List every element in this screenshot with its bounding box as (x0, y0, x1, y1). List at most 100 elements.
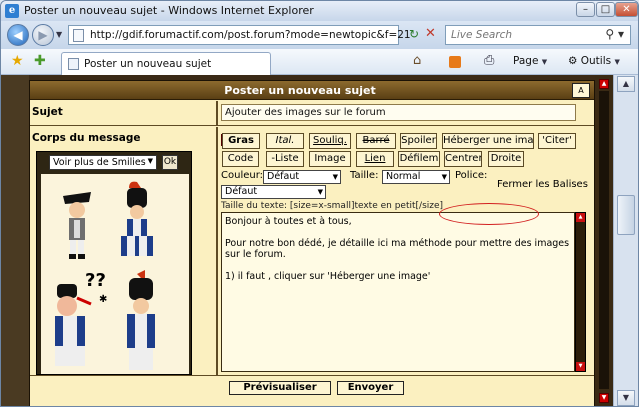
page-icon (73, 29, 84, 42)
column-divider (216, 101, 218, 126)
tab-label: Poster un nouveau sujet (84, 58, 212, 70)
stop-icon[interactable]: ✕ (425, 26, 436, 41)
smilies-images: ?? ✱ (55, 181, 155, 370)
address-bar: ◀ ▶ ▼ http://gdif.forumactif.com/post.fo… (1, 21, 638, 49)
font-label: Police: (455, 170, 488, 181)
guard-smiley[interactable] (127, 270, 155, 370)
close-button[interactable]: ✕ (615, 2, 638, 17)
page-right-scroller: ▲ ▼ (595, 75, 613, 406)
right-align-button[interactable]: Droite (488, 151, 524, 167)
url-field[interactable]: http://gdif.forumactif.com/post.forum?mo… (68, 25, 411, 45)
add-favorites-icon[interactable]: ✚ (34, 53, 46, 69)
gear-icon: ⚙ (568, 55, 578, 67)
smilies-area: ?? ✱ (41, 174, 189, 374)
scroll-thumb[interactable] (617, 195, 635, 235)
search-box[interactable]: ⚲ ▾ (445, 25, 631, 45)
favorites-star-icon[interactable]: ★ (11, 53, 24, 69)
search-icon[interactable]: ⚲ ▾ (605, 27, 624, 41)
send-button[interactable]: Envoyer (337, 381, 404, 395)
forward-button[interactable]: ▶ (32, 24, 54, 46)
scroll-down-icon[interactable]: ▼ (617, 390, 635, 406)
font-select[interactable]: Défaut ▼ (221, 185, 326, 199)
svg-text:??: ?? (85, 270, 106, 291)
title-bar: e Poster un nouveau sujet - Windows Inte… (1, 1, 638, 21)
scroll-down-icon[interactable]: ▼ (576, 362, 585, 371)
page-menu-label: Page (513, 55, 539, 67)
page-left-border (1, 75, 29, 406)
command-bar: ★ ✚ Poster un nouveau sujet ⌂ ⎙ Page ▼ ⚙… (1, 49, 638, 75)
chevron-down-icon: ▼ (147, 157, 153, 165)
napoleon-smiley[interactable] (63, 192, 91, 259)
center-button[interactable]: Centrer (444, 151, 482, 167)
search-input[interactable] (451, 29, 601, 41)
browser-window: e Poster un nouveau sujet - Windows Inte… (0, 0, 639, 407)
preview-button[interactable]: Prévisualiser (229, 381, 331, 395)
underline-button[interactable]: Souliq. (309, 133, 351, 149)
page-scroll-track[interactable] (599, 91, 609, 389)
textarea-scrollbar[interactable]: ▲ ▼ (575, 212, 586, 372)
chevron-down-icon: ▼ (317, 188, 323, 196)
color-select[interactable]: Défaut ▼ (263, 170, 341, 184)
font-select-value: Défaut (225, 186, 258, 197)
maximize-button[interactable]: □ (596, 2, 615, 17)
italic-button[interactable]: Ital. (266, 133, 304, 149)
confused-soldier-smiley[interactable]: ?? ✱ (55, 270, 107, 366)
color-select-value: Défaut (267, 171, 300, 182)
spoiler-button[interactable]: Spoiler (400, 133, 437, 149)
page-menu[interactable]: Page ▼ (513, 55, 547, 67)
column-divider (216, 127, 218, 375)
subject-label: Sujet (32, 106, 63, 118)
scroll-up-icon[interactable]: ▲ (576, 213, 585, 222)
chevron-down-icon: ▼ (614, 58, 620, 66)
host-image-button[interactable]: Héberger une ima (442, 133, 534, 149)
tab-page-icon (68, 58, 79, 70)
smilies-ok-button[interactable]: Ok (162, 155, 178, 170)
tools-menu-label: Outils (580, 55, 612, 67)
scroll-button[interactable]: Défilem (398, 151, 440, 167)
grenadier-smiley[interactable] (121, 181, 153, 256)
feeds-icon[interactable] (449, 56, 461, 68)
subject-input[interactable]: Ajouter des images sur le forum (221, 104, 576, 121)
size-select[interactable]: Normal ▼ (382, 170, 450, 184)
form-header: Poster un nouveau sujet A (30, 81, 594, 100)
code-button[interactable]: Code (222, 151, 259, 167)
page-scroll-up-icon[interactable]: ▲ (599, 79, 609, 89)
page-content: ▲ ▼ Poster un nouveau sujet A Sujet Ajou… (1, 75, 638, 406)
tab-active[interactable]: Poster un nouveau sujet (61, 52, 271, 75)
browser-scrollbar[interactable]: ▲ ▼ (613, 75, 638, 406)
post-form: Poster un nouveau sujet A Sujet Ajouter … (29, 80, 595, 406)
url-text[interactable]: http://gdif.forumactif.com/post.forum?mo… (90, 29, 411, 41)
close-tags-link[interactable]: Fermer les Balises (497, 179, 588, 190)
refresh-icon[interactable]: ↻ (404, 27, 424, 41)
minimize-button[interactable]: – (576, 2, 595, 17)
highlight-annotation (439, 203, 539, 225)
back-button[interactable]: ◀ (7, 24, 29, 46)
page-title: Poster un nouveau sujet (224, 84, 376, 97)
tools-menu[interactable]: ⚙ Outils ▼ (568, 55, 620, 67)
link-button[interactable]: Lien (356, 151, 394, 167)
page-scroll-down-icon[interactable]: ▼ (599, 393, 609, 403)
size-label: Taille: (350, 170, 379, 181)
chevron-down-icon: ▼ (332, 173, 338, 181)
form-actions: Prévisualiser Envoyer (30, 375, 594, 406)
text-size-button[interactable]: A (572, 83, 590, 98)
quote-button[interactable]: 'Citer' (538, 133, 576, 149)
smilies-select[interactable]: Voir plus de Smilies ▼ (49, 155, 157, 170)
print-icon[interactable]: ⎙ (484, 53, 494, 68)
image-button[interactable]: Image (309, 151, 351, 167)
ie-icon: e (5, 4, 19, 18)
recent-pages-dropdown-icon[interactable]: ▼ (56, 30, 62, 39)
strikethrough-button[interactable]: Barré (356, 133, 396, 149)
message-textarea[interactable]: Bonjour à toutes et à tous, Pour notre b… (221, 212, 575, 372)
scroll-up-icon[interactable]: ▲ (617, 76, 635, 92)
size-select-value: Normal (386, 171, 421, 182)
size-help-text: Taille du texte: [size=x-small]texte en … (221, 201, 444, 211)
bold-button[interactable]: Gras (222, 133, 260, 149)
subject-row: Sujet Ajouter des images sur le forum (30, 101, 594, 126)
home-icon[interactable]: ⌂ (413, 53, 421, 68)
chevron-down-icon: ▼ (541, 58, 548, 66)
chevron-down-icon: ▼ (441, 173, 447, 181)
smilies-panel: Voir plus de Smilies ▼ Ok ?? ✱ (36, 151, 192, 375)
message-body-label: Corps du message (32, 132, 141, 144)
list-button[interactable]: -Liste (266, 151, 304, 167)
